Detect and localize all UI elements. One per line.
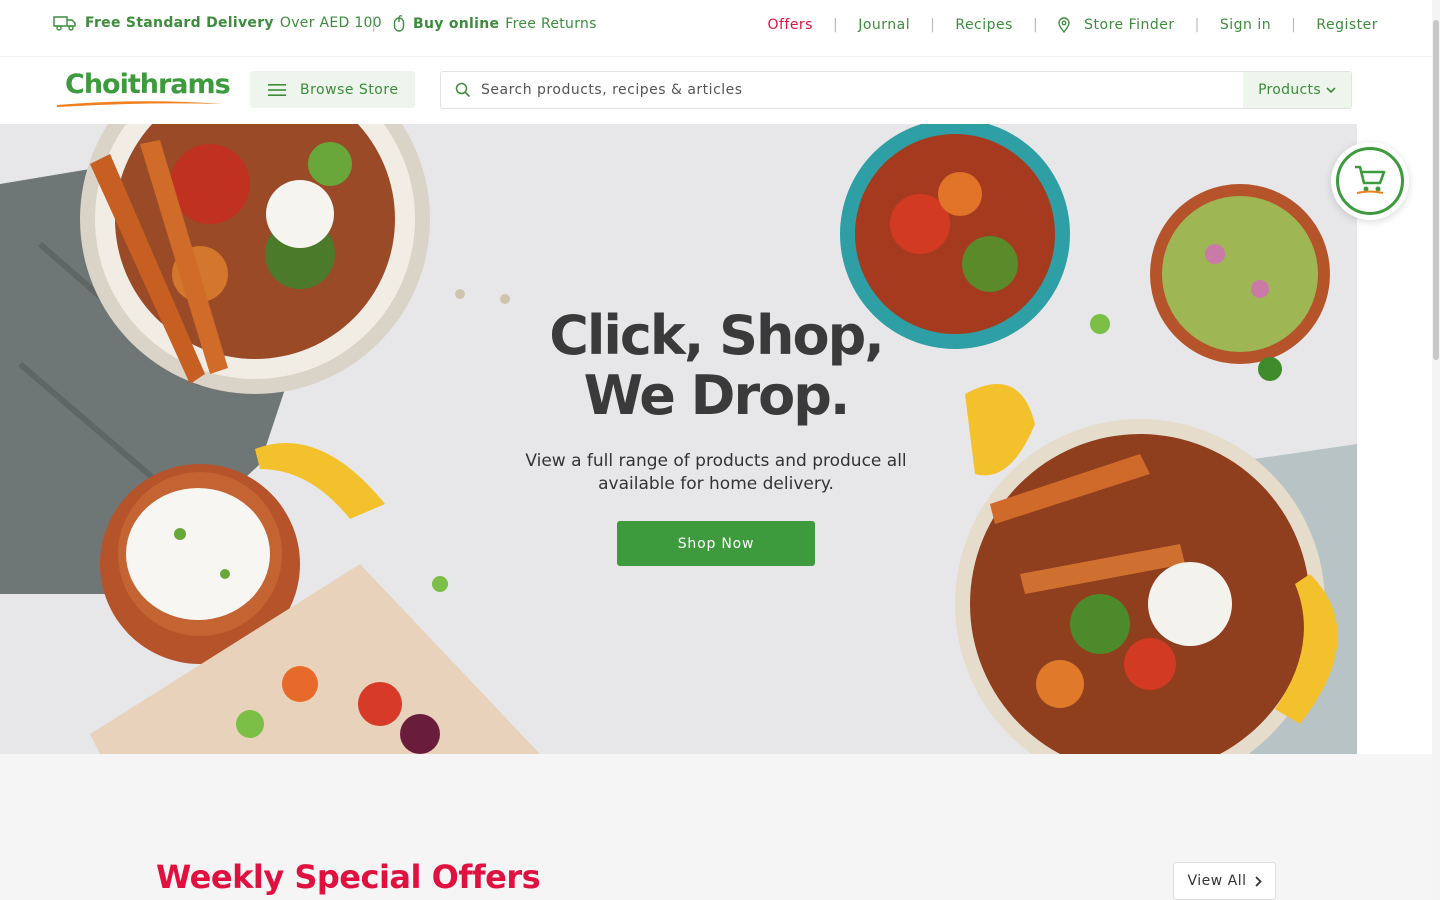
register-link[interactable]: Register <box>1316 17 1378 33</box>
store-finder-label: Store Finder <box>1084 17 1175 33</box>
returns-promo-text: Free Returns <box>505 16 597 32</box>
view-all-label: View All <box>1187 873 1247 889</box>
link-separator: | <box>1032 17 1039 33</box>
browse-store-button[interactable]: Browse Store <box>250 71 415 108</box>
delivery-promo-text: Over AED 100 <box>279 15 382 31</box>
weekly-offers-title: Weekly Special Offers <box>156 858 541 896</box>
page-scrollbar[interactable] <box>1432 0 1440 900</box>
shopping-cart-icon <box>1353 164 1387 198</box>
mouse-icon <box>393 15 405 33</box>
hero-banner: Click, Shop, We Drop. View a full range … <box>0 124 1357 754</box>
choithrams-logo[interactable]: Choithrams <box>55 69 231 109</box>
delivery-promo: Free Standard Delivery Over AED 100 <box>53 15 382 31</box>
search-icon <box>455 82 471 98</box>
chevron-down-icon <box>1326 86 1336 94</box>
hero-food-image <box>0 124 1357 754</box>
weekly-offers-section: Weekly Special Offers View All <box>0 754 1432 900</box>
top-promo-bar: Free Standard Delivery Over AED 100 | Bu… <box>0 0 1440 56</box>
scrollbar-thumb[interactable] <box>1433 20 1439 360</box>
search-bar: Products <box>440 71 1352 109</box>
sign-in-link[interactable]: Sign in <box>1220 17 1271 33</box>
search-scope-label: Products <box>1258 82 1321 98</box>
store-finder-link[interactable]: Store Finder <box>1058 17 1175 33</box>
search-input[interactable] <box>481 82 1243 98</box>
journal-link[interactable]: Journal <box>858 17 910 33</box>
logo-swoosh <box>57 101 223 107</box>
browse-store-label: Browse Store <box>300 81 399 98</box>
link-separator: | <box>930 17 936 33</box>
link-separator: | <box>832 17 839 33</box>
recipes-link[interactable]: Recipes <box>955 17 1013 33</box>
returns-promo: Buy online Free Returns <box>393 15 597 33</box>
top-links: Offers | Journal | Recipes | Store Finde… <box>767 17 1378 33</box>
shop-now-button[interactable]: Shop Now <box>617 521 815 566</box>
delivery-promo-bold: Free Standard Delivery <box>85 15 274 31</box>
promo-separator: | <box>371 14 377 32</box>
delivery-truck-icon <box>53 15 77 31</box>
offers-link[interactable]: Offers <box>767 17 813 33</box>
returns-promo-bold: Buy online <box>413 16 500 32</box>
link-separator: | <box>1194 17 1200 33</box>
link-separator: | <box>1291 17 1297 33</box>
search-scope-dropdown[interactable]: Products <box>1243 72 1351 108</box>
main-header: Choithrams Browse Store Products <box>0 56 1440 124</box>
hamburger-icon <box>268 83 286 97</box>
view-all-button[interactable]: View All <box>1173 862 1276 900</box>
map-pin-icon <box>1058 17 1070 33</box>
floating-cart-button[interactable] <box>1331 142 1409 220</box>
cart-ring <box>1336 147 1404 215</box>
hero-subtitle: View a full range of products and produc… <box>525 451 907 494</box>
chevron-right-icon <box>1254 875 1262 887</box>
hero-title: Click, Shop, We Drop. <box>549 304 885 427</box>
logo-text: Choithrams <box>65 69 231 100</box>
